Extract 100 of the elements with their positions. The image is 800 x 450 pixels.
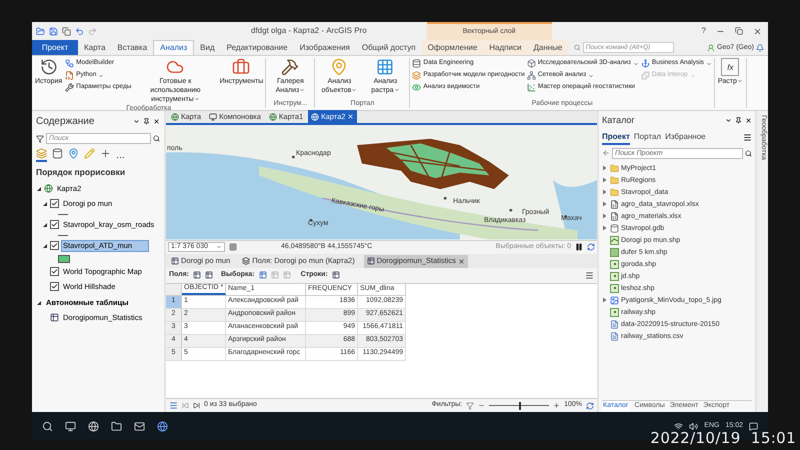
search-icon xyxy=(574,44,581,51)
map-icon xyxy=(311,112,320,120)
grid-icon[interactable] xyxy=(228,243,237,251)
caret-icon[interactable] xyxy=(36,300,42,306)
volume-icon[interactable] xyxy=(689,422,698,430)
pencil-icon xyxy=(84,148,95,159)
app-icon[interactable] xyxy=(157,420,168,432)
first-record-icon[interactable] xyxy=(182,402,189,409)
folder-icon xyxy=(610,188,619,196)
layer-list-icon xyxy=(36,148,47,159)
line-symbol xyxy=(58,212,68,216)
polygon-symbol xyxy=(58,254,70,263)
open-icon[interactable] xyxy=(36,26,45,36)
ribbon-tab[interactable]: Оформление xyxy=(422,40,484,55)
caret-icon[interactable] xyxy=(42,222,48,228)
ribbon-tab[interactable]: Вид xyxy=(194,40,221,55)
undo-icon[interactable] xyxy=(75,26,84,36)
document-icon xyxy=(610,332,619,340)
folder-icon xyxy=(610,164,619,172)
pause-icon[interactable] xyxy=(575,243,583,251)
checkbox[interactable] xyxy=(50,267,59,276)
menu-icon[interactable] xyxy=(585,270,594,280)
point-layer-icon xyxy=(610,260,619,268)
copy-icon[interactable] xyxy=(62,26,71,36)
close-icon[interactable] xyxy=(458,258,465,264)
zoom-slider[interactable] xyxy=(489,402,550,410)
save-icon[interactable] xyxy=(49,26,58,36)
refresh-icon[interactable] xyxy=(587,243,595,251)
ribbon-tab[interactable]: Изображения xyxy=(294,40,356,55)
add-layer-icon xyxy=(100,148,111,159)
network-icon xyxy=(526,71,536,80)
panel-title: Каталог xyxy=(602,114,635,127)
grid-icon xyxy=(376,58,394,76)
browser-icon[interactable] xyxy=(88,420,99,432)
close-icon[interactable] xyxy=(153,118,160,125)
zoom-in-icon[interactable] xyxy=(553,402,560,409)
folder-icon[interactable] xyxy=(111,420,122,432)
wifi-icon[interactable] xyxy=(674,422,684,430)
view-mode-tab[interactable] xyxy=(36,148,47,162)
notifications-icon[interactable] xyxy=(749,422,758,430)
ribbon-tab[interactable]: Вставка xyxy=(111,40,154,55)
table-icon[interactable] xyxy=(332,271,340,279)
catalog-tab[interactable]: Проект xyxy=(602,130,630,144)
line-symbol xyxy=(58,234,68,237)
ribbon-tab[interactable]: Анализ xyxy=(153,40,194,55)
caret-icon[interactable] xyxy=(133,118,140,125)
search-icon[interactable] xyxy=(745,150,752,156)
more-button[interactable]: … xyxy=(116,150,125,160)
caret-icon xyxy=(690,72,696,78)
checkbox[interactable] xyxy=(50,241,59,250)
close-icon[interactable] xyxy=(753,26,762,36)
user-icon xyxy=(707,44,716,52)
table-icon[interactable] xyxy=(205,271,213,279)
spreadsheet-icon xyxy=(610,200,619,208)
help-button[interactable]: ? xyxy=(702,25,706,37)
catalog-tab[interactable]: Портал xyxy=(634,130,662,144)
mail-icon[interactable] xyxy=(134,420,145,432)
map-icon xyxy=(268,112,277,120)
caret-icon xyxy=(216,244,222,250)
ribbon-tab[interactable]: Карта xyxy=(78,40,112,55)
caret-icon[interactable] xyxy=(725,117,732,124)
table-icon[interactable] xyxy=(193,271,201,279)
point-layer-icon xyxy=(610,308,619,316)
checkbox[interactable] xyxy=(50,220,59,230)
ribbon-tab[interactable]: Данные xyxy=(527,40,568,55)
refresh-icon[interactable] xyxy=(586,402,594,410)
pin-icon[interactable] xyxy=(143,118,150,125)
toolbox-icon xyxy=(232,58,250,76)
caret-icon[interactable] xyxy=(42,200,48,207)
caret-icon[interactable] xyxy=(42,242,48,249)
slider-thumb[interactable] xyxy=(519,402,522,410)
checkbox[interactable] xyxy=(50,282,59,292)
menu-icon[interactable] xyxy=(743,133,752,142)
notification-icon[interactable] xyxy=(756,44,764,52)
ribbon-tab[interactable]: Редактирование xyxy=(220,40,294,55)
list-view-icon[interactable] xyxy=(169,401,178,410)
table-icon[interactable] xyxy=(258,271,267,279)
ribbon-tab[interactable]: Надписи xyxy=(483,40,528,55)
table-icon xyxy=(366,257,375,265)
last-record-icon[interactable] xyxy=(193,402,200,409)
checkbox[interactable] xyxy=(50,199,59,208)
filter-icon[interactable] xyxy=(36,134,44,142)
caret-icon xyxy=(632,60,639,66)
map-icon xyxy=(171,112,179,120)
search-icon[interactable] xyxy=(153,135,160,142)
ribbon-tab[interactable]: Общий доступ xyxy=(356,40,422,55)
pin-icon[interactable] xyxy=(735,117,742,124)
hammer-icon xyxy=(281,58,300,76)
caret-icon xyxy=(736,78,743,84)
back-icon[interactable] xyxy=(602,149,610,157)
close-icon[interactable] xyxy=(745,117,752,124)
ribbon-tab[interactable]: Проект xyxy=(32,40,78,55)
caret-icon[interactable] xyxy=(36,186,42,192)
document-icon xyxy=(610,320,619,328)
zoom-out-icon[interactable] xyxy=(478,402,486,409)
photo-date-text: 2022/10/19 15:01 xyxy=(650,428,796,448)
spreadsheet-icon xyxy=(610,212,619,220)
restore-icon[interactable] xyxy=(735,27,743,35)
window-icon[interactable] xyxy=(65,420,76,432)
catalog-tab[interactable]: Избранное xyxy=(665,130,706,144)
